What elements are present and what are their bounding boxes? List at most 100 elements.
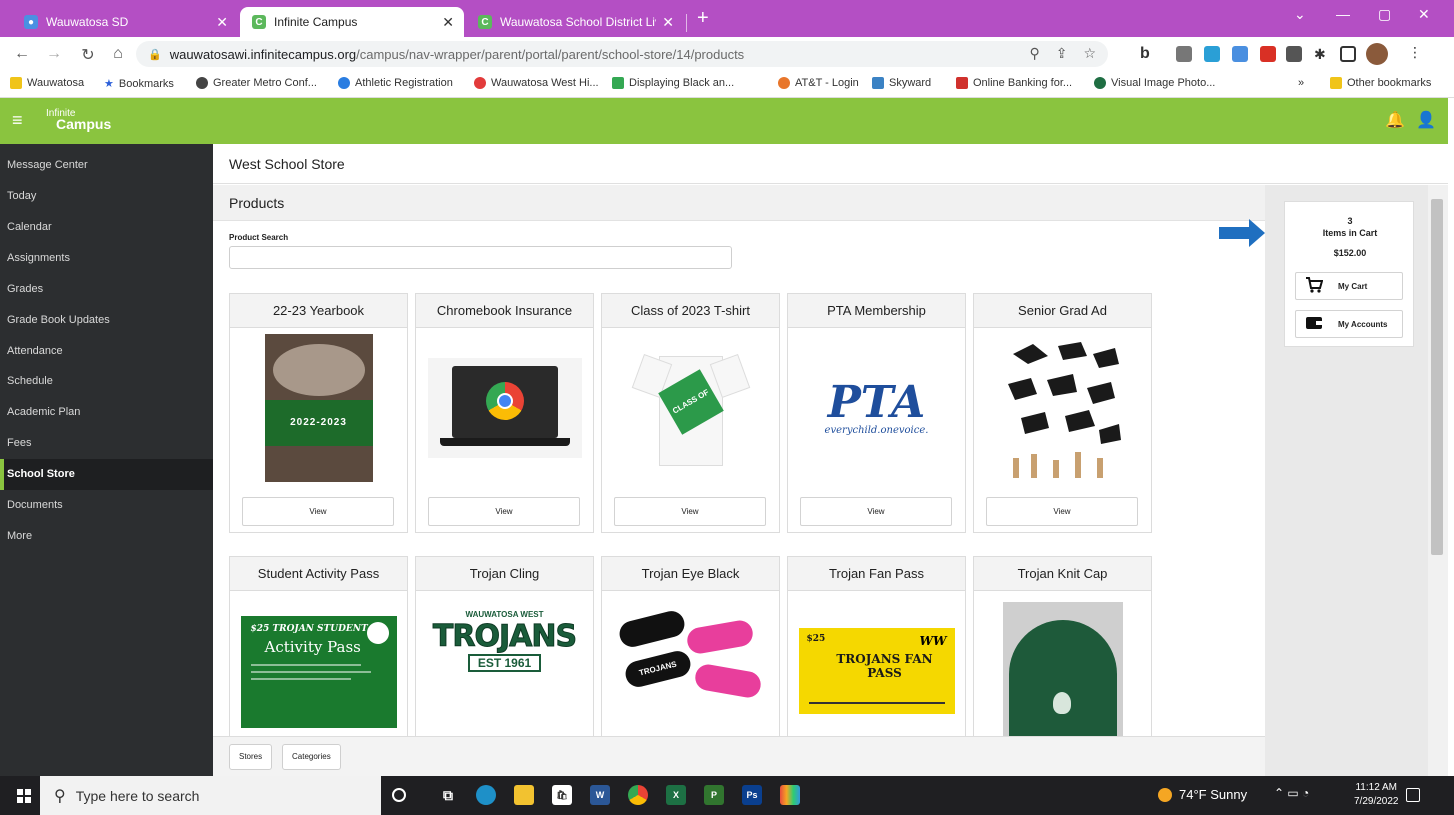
chromebook-image[interactable]	[416, 329, 593, 487]
tab-infinite-campus[interactable]: C Infinite Campus ✕	[240, 7, 464, 37]
sidebar-item-today[interactable]: Today	[0, 181, 213, 212]
cortana-icon[interactable]	[392, 788, 406, 802]
tshirt-image[interactable]: CLASS OF	[602, 329, 779, 487]
product-card-trojan-knit-cap: Trojan Knit Cap	[973, 556, 1152, 736]
photoshop-icon[interactable]: Ps	[742, 785, 762, 805]
bookmark-item[interactable]: Athletic Registration	[338, 77, 453, 89]
bookmark-item[interactable]: Displaying Black an...	[612, 77, 734, 89]
more-bookmarks-button[interactable]: »	[1298, 77, 1304, 89]
sidebar-item-grades[interactable]: Grades	[0, 274, 213, 305]
view-button[interactable]: View	[614, 497, 766, 526]
scrollbar-thumb[interactable]	[1431, 199, 1443, 555]
reload-icon[interactable]: ↻	[76, 45, 100, 65]
view-button[interactable]: View	[242, 497, 394, 526]
forward-icon[interactable]: →	[42, 45, 66, 63]
sidebar-item-documents[interactable]: Documents	[0, 490, 213, 521]
view-button[interactable]: View	[800, 497, 952, 526]
maximize-icon[interactable]: ▢	[1378, 6, 1391, 23]
profile-avatar[interactable]	[1366, 43, 1388, 65]
knit-cap-image[interactable]	[974, 592, 1151, 736]
my-cart-button[interactable]: My Cart	[1295, 272, 1403, 300]
chrome-icon[interactable]	[628, 785, 648, 805]
fan-pass-image[interactable]: $25 TROJANS FAN PASS WW	[788, 592, 965, 736]
product-search-input[interactable]	[229, 246, 732, 269]
share-icon[interactable]: ⇪	[1056, 45, 1068, 62]
view-button[interactable]: View	[428, 497, 580, 526]
browser-toolbar: ← → ↻ ⌂ 🔒 wauwatosawi.infinitecampus.org…	[0, 37, 1454, 71]
bookmark-item[interactable]: ★ Bookmarks	[104, 77, 174, 91]
bookmark-item[interactable]: AT&T - Login	[778, 77, 859, 89]
close-tab-icon[interactable]: ✕	[662, 14, 674, 31]
home-icon[interactable]: ⌂	[106, 45, 130, 63]
project-icon[interactable]: P	[704, 785, 724, 805]
stores-button[interactable]: Stores	[229, 744, 273, 770]
word-icon[interactable]: W	[590, 785, 610, 805]
extensions-puzzle-icon[interactable]: ✱	[1314, 46, 1330, 62]
edge-browser-icon[interactable]	[476, 785, 496, 805]
task-view-icon[interactable]: ⧉	[438, 785, 458, 805]
yearbook-image[interactable]: 2022-2023	[230, 329, 407, 487]
tab-district-live[interactable]: C Wauwatosa School District Live S ✕	[466, 7, 684, 37]
scrollbar[interactable]	[1428, 185, 1448, 776]
bing-extension-icon[interactable]: b	[1140, 45, 1156, 62]
browser-menu-icon[interactable]: ⋮	[1408, 44, 1424, 60]
bookmark-item[interactable]: Visual Image Photo...	[1094, 77, 1215, 89]
excel-icon[interactable]: X	[666, 785, 686, 805]
sidebar-item-message-center[interactable]: Message Center	[0, 150, 213, 181]
categories-button[interactable]: Categories	[282, 744, 341, 770]
bookmark-item[interactable]: Wauwatosa	[10, 77, 84, 89]
close-window-icon[interactable]: ✕	[1418, 6, 1430, 23]
extension-icon-1[interactable]	[1176, 46, 1192, 62]
tab-wauwatosa-sd[interactable]: ● Wauwatosa SD ✕	[12, 7, 238, 37]
file-explorer-icon[interactable]	[514, 785, 534, 805]
windows-start-icon[interactable]	[17, 789, 31, 808]
eye-black-image[interactable]: TROJANS	[602, 592, 779, 736]
back-icon[interactable]: ←	[10, 45, 34, 63]
notifications-bell-icon[interactable]: 🔔	[1385, 110, 1405, 130]
bookmark-item[interactable]: Wauwatosa West Hi...	[474, 77, 599, 89]
my-accounts-button[interactable]: My Accounts	[1295, 310, 1403, 338]
microsoft-store-icon[interactable]: 🛍	[552, 785, 572, 805]
bookmark-item[interactable]: Online Banking for...	[956, 77, 1072, 89]
grad-caps-image[interactable]	[974, 329, 1151, 487]
new-tab-button[interactable]: +	[697, 8, 709, 28]
zoom-icon[interactable]: ⚲	[1029, 45, 1039, 62]
user-profile-icon[interactable]: 👤	[1416, 110, 1436, 130]
minimize-icon[interactable]: —	[1336, 6, 1350, 22]
cart-items-label: Items in Cart	[1322, 228, 1378, 238]
taskbar-time: 11:12 AM	[1355, 782, 1397, 793]
close-tab-icon[interactable]: ✕	[442, 14, 454, 31]
sidebar-item-assignments[interactable]: Assignments	[0, 243, 213, 274]
sidebar-item-school-store[interactable]: School Store	[0, 459, 213, 490]
extension-icon-4[interactable]	[1286, 46, 1302, 62]
sidebar-item-calendar[interactable]: Calendar	[0, 212, 213, 243]
sidebar-item-attendance[interactable]: Attendance	[0, 336, 213, 367]
close-tab-icon[interactable]: ✕	[216, 14, 228, 31]
taskbar-clock[interactable]: 11:12 AM 7/29/2022	[1354, 781, 1399, 809]
system-tray-icons[interactable]: ⌃ ▭ ◔	[1274, 786, 1309, 800]
tab-search-icon[interactable]: ⌄	[1294, 6, 1306, 23]
sidebar-item-more[interactable]: More	[0, 521, 213, 552]
sidebar-item-grade-book-updates[interactable]: Grade Book Updates	[0, 305, 213, 336]
bookmark-item[interactable]: Greater Metro Conf...	[196, 77, 317, 89]
trojan-cling-image[interactable]: WAUWATOSA WEST TROJANS EST 1961	[416, 592, 593, 736]
extension-icon-3[interactable]	[1232, 46, 1248, 62]
side-panel-icon[interactable]	[1340, 46, 1356, 62]
taskbar-search-box[interactable]: ⚲ Type here to search	[40, 776, 381, 815]
weather-widget[interactable]: 74°F Sunny	[1158, 787, 1247, 802]
sidebar-item-academic-plan[interactable]: Academic Plan	[0, 397, 213, 428]
url-bar[interactable]: 🔒 wauwatosawi.infinitecampus.org /campus…	[136, 41, 1108, 67]
hamburger-menu-icon[interactable]: ≡	[12, 110, 28, 130]
activity-pass-image[interactable]: $25 TROJAN STUDENT Activity Pass	[230, 592, 407, 736]
sidebar-item-schedule[interactable]: Schedule	[0, 366, 213, 397]
extension-icon-2[interactable]	[1204, 46, 1220, 62]
view-button[interactable]: View	[986, 497, 1138, 526]
bookmark-star-icon[interactable]: ☆	[1083, 45, 1096, 62]
other-bookmarks-folder[interactable]: Other bookmarks	[1330, 77, 1431, 89]
app-icon[interactable]	[780, 785, 800, 805]
pta-logo-image[interactable]: PTA everychild.onevoice.	[788, 329, 965, 487]
bookmark-item[interactable]: Skyward	[872, 77, 931, 89]
gmail-extension-icon[interactable]	[1260, 46, 1276, 62]
sidebar-item-fees[interactable]: Fees	[0, 428, 213, 459]
notification-center-icon[interactable]	[1406, 788, 1420, 802]
